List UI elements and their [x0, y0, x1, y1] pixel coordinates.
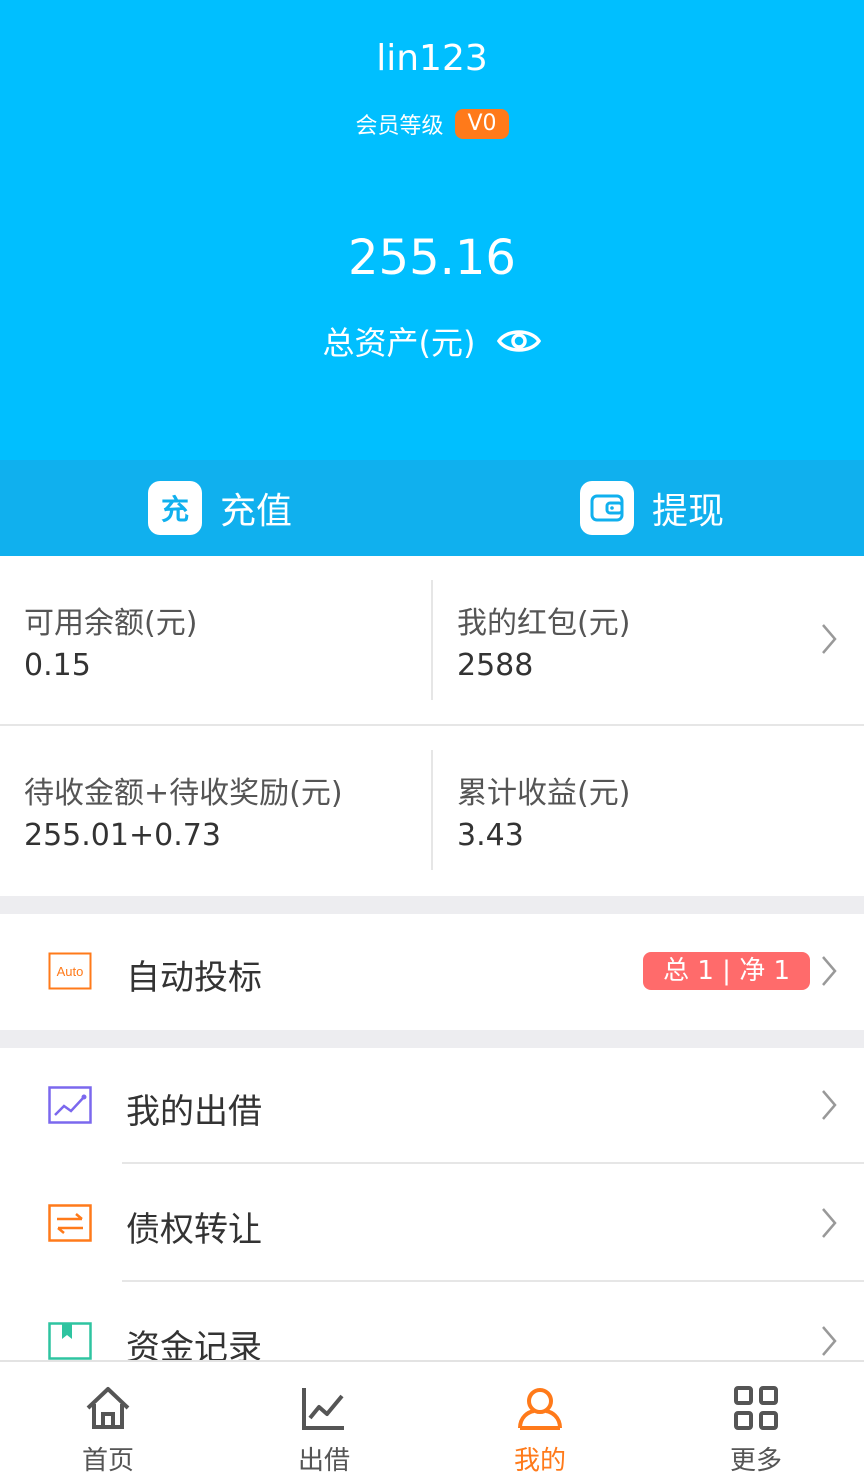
chevron-right-icon[interactable] — [820, 1088, 838, 1122]
chevron-right-icon[interactable] — [820, 1324, 838, 1358]
account-header: lin123 会员等级 V0 255.16 总资产(元) — [0, 0, 864, 460]
list-divider — [122, 1162, 864, 1164]
my-lending-item[interactable]: 我的出借 — [0, 1048, 864, 1164]
auto-bid-badge: 总 1 | 净 1 — [643, 952, 810, 990]
pending-amount: 待收金额+待收奖励(元) 255.01+0.73 — [24, 726, 424, 894]
red-packet-value: 2588 — [457, 648, 534, 683]
debt-transfer-label: 债权转让 — [126, 1210, 262, 1250]
line-chart-icon — [300, 1384, 348, 1432]
chevron-right-icon[interactable] — [820, 954, 838, 988]
nav-home-label: 首页 — [81, 1446, 134, 1476]
cumulative-earnings-label: 累计收益(元) — [457, 776, 631, 811]
account-stats: 可用余额(元) 0.15 我的红包(元) 2588 待收金额+待收奖励(元) 2… — [0, 556, 864, 896]
auto-bid-item[interactable]: Auto 自动投标 总 1 | 净 1 — [0, 914, 864, 1030]
red-packet[interactable]: 我的红包(元) 2588 — [457, 556, 827, 724]
member-level-label: 会员等级 — [355, 114, 444, 139]
auto-bid-label: 自动投标 — [126, 958, 262, 998]
auto-icon: Auto — [48, 952, 92, 990]
withdraw-button[interactable]: 提现 — [432, 460, 864, 556]
recharge-label: 充值 — [220, 491, 293, 532]
withdraw-label: 提现 — [652, 491, 725, 532]
stats-divider — [431, 750, 433, 870]
nav-mine-label: 我的 — [513, 1446, 566, 1476]
action-bar: 充 充值 提现 — [0, 460, 864, 556]
app-root: lin123 会员等级 V0 255.16 总资产(元) 充 充值 提现 可用余… — [0, 0, 864, 1476]
available-balance-value: 0.15 — [24, 648, 91, 683]
stats-row-2: 待收金额+待收奖励(元) 255.01+0.73 累计收益(元) 3.43 — [0, 726, 864, 896]
nav-more[interactable]: 更多 — [648, 1362, 864, 1476]
my-lending-label: 我的出借 — [126, 1092, 262, 1132]
member-level-badge[interactable]: V0 — [455, 109, 509, 139]
bottom-nav: 首页 出借 我的 更多 — [0, 1360, 864, 1476]
nav-lend[interactable]: 出借 — [216, 1362, 432, 1476]
nav-lend-label: 出借 — [297, 1446, 350, 1476]
grid-icon — [732, 1384, 780, 1432]
list-divider — [122, 1280, 864, 1282]
home-icon — [84, 1384, 132, 1432]
available-balance: 可用余额(元) 0.15 — [24, 556, 424, 724]
nav-mine[interactable]: 我的 — [432, 1362, 648, 1476]
recharge-button[interactable]: 充 充值 — [0, 460, 432, 556]
total-assets-label: 总资产(元) — [322, 324, 476, 362]
chevron-right-icon[interactable] — [820, 622, 838, 656]
nav-more-label: 更多 — [729, 1446, 782, 1476]
user-icon — [516, 1384, 564, 1432]
section-gap — [0, 1030, 864, 1048]
red-packet-label: 我的红包(元) — [457, 606, 631, 641]
nav-home[interactable]: 首页 — [0, 1362, 216, 1476]
pending-amount-label: 待收金额+待收奖励(元) — [24, 776, 343, 811]
section-gap — [0, 896, 864, 914]
eye-icon[interactable] — [497, 326, 542, 356]
trend-chart-icon — [48, 1086, 92, 1124]
svg-text:Auto: Auto — [57, 964, 84, 979]
total-assets-label-row: 总资产(元) — [0, 318, 864, 364]
username: lin123 — [376, 38, 488, 79]
member-level: 会员等级 V0 — [0, 108, 864, 140]
wallet-icon — [580, 481, 634, 535]
cumulative-earnings-value: 3.43 — [457, 818, 524, 853]
pending-amount-value: 255.01+0.73 — [24, 818, 221, 853]
recharge-icon: 充 — [148, 481, 202, 535]
cumulative-earnings: 累计收益(元) 3.43 — [457, 726, 827, 894]
bookmark-icon — [48, 1322, 92, 1360]
stats-row-1: 可用余额(元) 0.15 我的红包(元) 2588 — [0, 556, 864, 726]
stats-divider — [431, 580, 433, 700]
chevron-right-icon[interactable] — [820, 1206, 838, 1240]
total-assets-value: 255.16 — [348, 230, 516, 286]
debt-transfer-item[interactable]: 债权转让 — [0, 1166, 864, 1282]
available-balance-label: 可用余额(元) — [24, 606, 198, 641]
transfer-icon — [48, 1204, 92, 1242]
